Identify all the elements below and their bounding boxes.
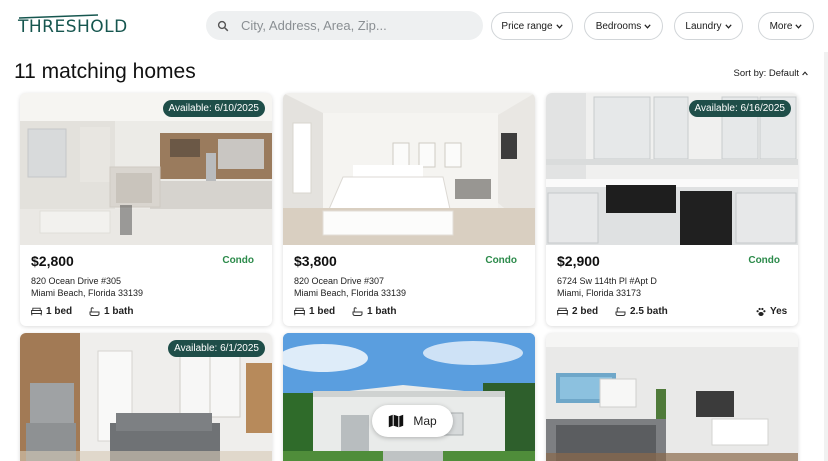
- chevron-up-icon: [802, 68, 808, 79]
- laundry-label: Laundry: [685, 20, 722, 32]
- search-bar[interactable]: [206, 11, 483, 40]
- bed-icon: [294, 307, 305, 316]
- bedrooms-label: Bedrooms: [595, 20, 642, 32]
- chevron-down-icon: [644, 23, 651, 29]
- paw-icon: [756, 307, 766, 316]
- beds-label: 1 bed: [309, 306, 336, 317]
- logo[interactable]: THRESHOLD: [18, 14, 127, 38]
- bed-icon: [557, 307, 568, 316]
- results-title: 11 matching homes: [14, 60, 196, 83]
- listing-photo[interactable]: [283, 93, 535, 245]
- address-line-1: 820 Ocean Drive #307: [294, 276, 385, 286]
- listing-photo[interactable]: Available: 6/10/2025: [20, 93, 272, 245]
- property-type: Condo: [222, 255, 254, 266]
- logo-text: THRESHOLD: [18, 17, 128, 37]
- address-line-2: Miami, Florida 33173: [557, 288, 642, 298]
- availability-badge: Available: 6/16/2025: [688, 100, 791, 117]
- listing-card[interactable]: Available: 6/16/2025 $2,900 Condo 6724 S…: [546, 93, 798, 326]
- beds-info: 1 bed: [31, 306, 72, 317]
- beds-label: 1 bed: [46, 306, 73, 317]
- bedrooms-filter[interactable]: Bedrooms: [584, 12, 663, 40]
- chevron-down-icon: [555, 23, 563, 29]
- address-line-1: 6724 Sw 114th Pl #Apt D: [557, 276, 657, 286]
- more-label: More: [769, 20, 793, 32]
- price-range-label: Price range: [501, 20, 553, 32]
- availability-badge: Available: 6/1/2025: [168, 340, 265, 357]
- baths-info: 1 bath: [89, 306, 133, 317]
- beds-info: 2 bed: [557, 306, 598, 317]
- page-scrollbar[interactable]: [824, 52, 828, 461]
- baths-label: 1 bath: [367, 306, 397, 317]
- bed-icon: [31, 307, 42, 316]
- map-button[interactable]: Map: [372, 405, 453, 437]
- listing-card[interactable]: Available: 6/10/2025 $2,800 Condo 820 Oc…: [20, 93, 272, 326]
- baths-info: 2.5 bath: [615, 306, 668, 317]
- baths-label: 2.5 bath: [630, 306, 668, 317]
- bath-icon: [352, 306, 363, 316]
- listing-card[interactable]: Available: 6/1/2025: [20, 333, 272, 461]
- listing-price: $3,800: [294, 253, 337, 269]
- bath-icon: [89, 306, 100, 316]
- pets-label: Yes: [770, 306, 788, 317]
- beds-label: 2 bed: [572, 306, 599, 317]
- sort-dropdown[interactable]: Sort by: Default: [734, 68, 808, 79]
- listing-price: $2,800: [31, 253, 74, 269]
- listing-photo[interactable]: Available: 6/1/2025: [20, 333, 272, 461]
- price-range-filter[interactable]: Price range: [491, 12, 573, 40]
- address-line-2: Miami Beach, Florida 33139: [294, 288, 407, 298]
- bath-icon: [615, 306, 626, 316]
- listing-photo[interactable]: [546, 333, 798, 461]
- top-bar: THRESHOLD Price range Bedrooms Laundry M…: [0, 0, 828, 52]
- listing-card[interactable]: $3,800 Condo 820 Ocean Drive #307 Miami …: [283, 93, 535, 326]
- baths-label: 1 bath: [104, 306, 134, 317]
- map-icon: [389, 414, 404, 428]
- baths-info: 1 bath: [352, 306, 396, 317]
- listing-card[interactable]: [283, 333, 535, 461]
- listing-photo[interactable]: Available: 6/16/2025: [546, 93, 798, 245]
- beds-info: 1 bed: [294, 306, 335, 317]
- more-filter[interactable]: More: [758, 12, 814, 40]
- listing-photo[interactable]: [283, 333, 535, 461]
- chevron-down-icon: [724, 23, 732, 29]
- search-icon: [217, 20, 229, 32]
- property-type: Condo: [485, 255, 517, 266]
- property-type: Condo: [748, 255, 780, 266]
- search-input[interactable]: [239, 18, 459, 33]
- laundry-filter[interactable]: Laundry: [674, 12, 743, 40]
- address-line-1: 820 Ocean Drive #305: [31, 276, 122, 286]
- listing-card[interactable]: [546, 333, 798, 461]
- address-line-2: Miami Beach, Florida 33139: [31, 288, 144, 298]
- sort-label: Sort by: Default: [733, 68, 799, 79]
- chevron-down-icon: [795, 23, 803, 29]
- listing-price: $2,900: [557, 253, 600, 269]
- map-button-label: Map: [413, 414, 437, 428]
- availability-badge: Available: 6/10/2025: [162, 100, 265, 117]
- pets-info: Yes: [756, 306, 787, 317]
